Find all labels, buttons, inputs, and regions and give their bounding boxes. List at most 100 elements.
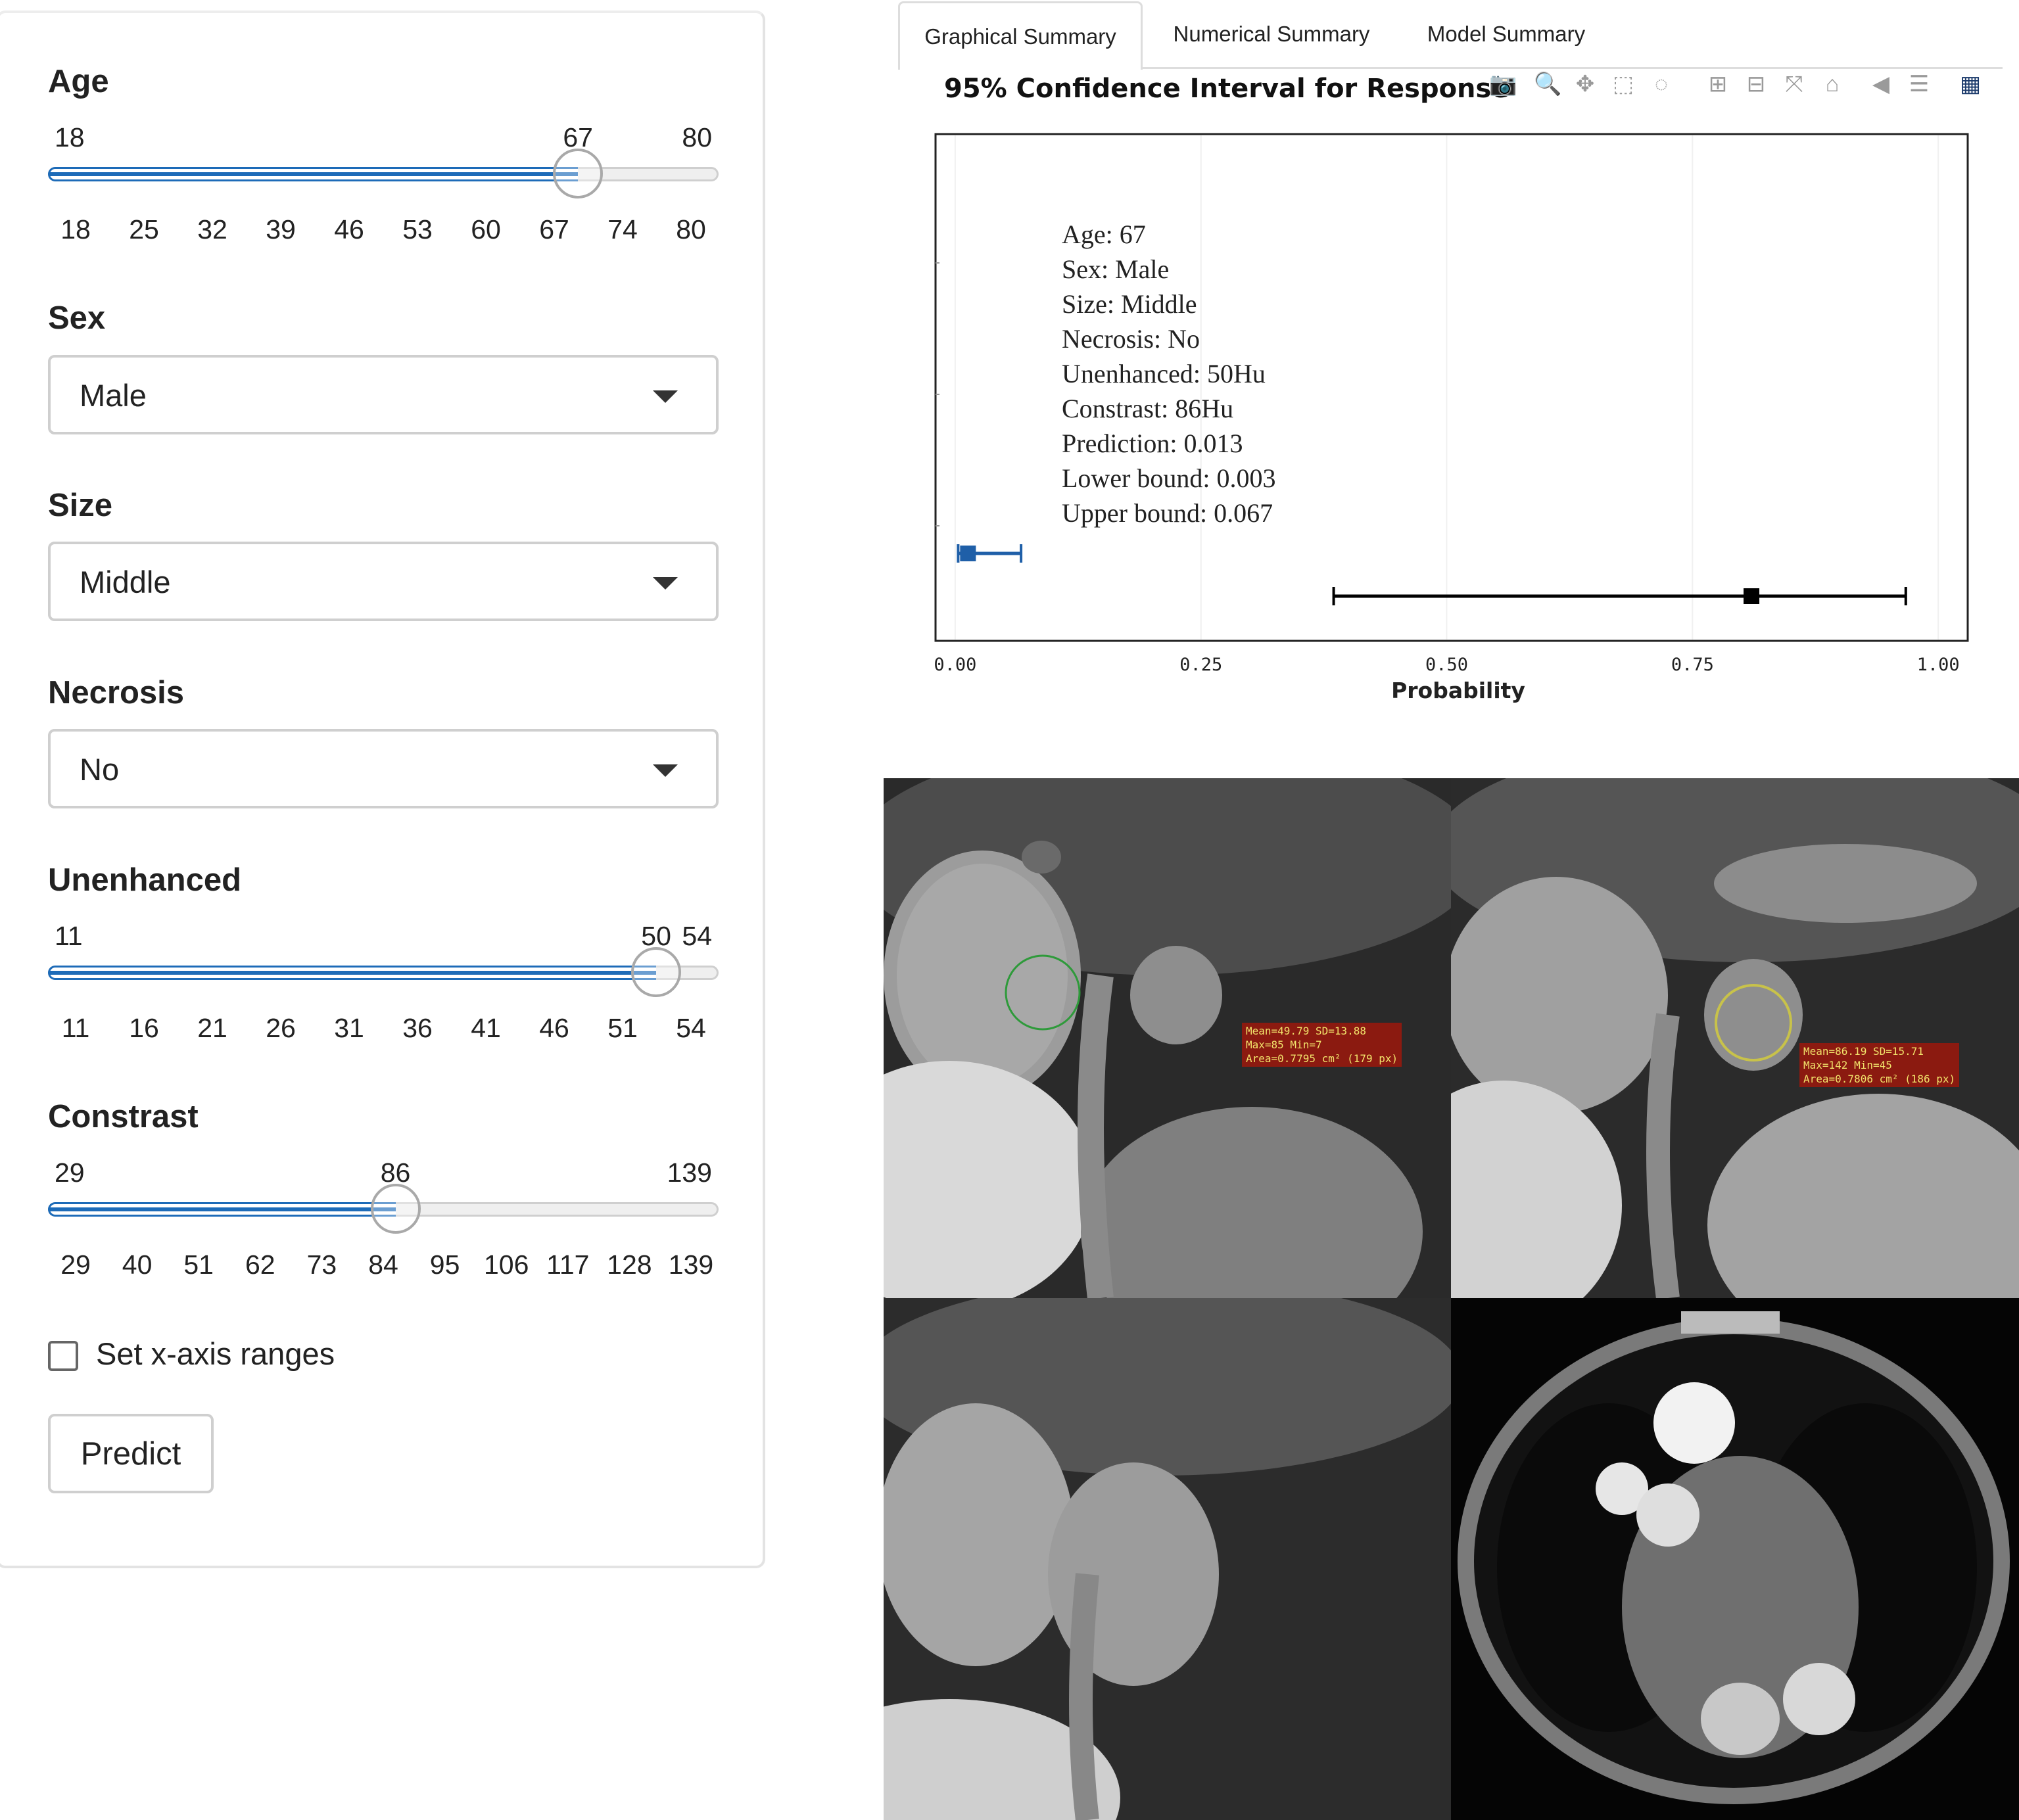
annotation-line: Upper bound: 0.067 bbox=[1062, 498, 1273, 528]
slider-tick-label: 25 bbox=[129, 214, 159, 245]
age-slider-handle[interactable] bbox=[553, 149, 604, 198]
sex-label: Sex bbox=[48, 300, 106, 336]
slider-tick-label: 54 bbox=[676, 1013, 706, 1043]
unenhanced-slider[interactable]: 11 54 50 11 16 21 26 31 36 41 46 51 54 bbox=[48, 921, 719, 1052]
slider-tick-label: 39 bbox=[266, 214, 296, 245]
x-tick-label: 0.50 bbox=[1425, 655, 1468, 675]
camera-icon[interactable]: 📷 bbox=[1489, 71, 1517, 97]
unenhanced-slider-ticks: 11 16 21 26 31 36 41 46 51 54 bbox=[48, 1013, 719, 1046]
x-tick-label: 0.75 bbox=[1671, 655, 1714, 675]
necrosis-select-value: No bbox=[80, 752, 120, 787]
age-slider-ticks: 18 25 32 39 46 53 60 67 74 80 bbox=[48, 214, 719, 247]
slider-tick-label: 53 bbox=[402, 214, 433, 245]
size-select[interactable]: Middle bbox=[48, 542, 719, 621]
ci-point bbox=[960, 546, 976, 561]
slider-tick-label: 18 bbox=[60, 214, 91, 245]
home-icon[interactable]: ⌂ bbox=[1819, 71, 1845, 97]
zoom-in-icon[interactable]: ⊞ bbox=[1705, 71, 1731, 97]
slider-tick-label: 46 bbox=[539, 1013, 569, 1043]
slider-tick-label: 128 bbox=[607, 1249, 652, 1280]
slider-tick-label: 84 bbox=[368, 1249, 398, 1280]
slider-tick-label: 73 bbox=[306, 1249, 337, 1280]
ci-point bbox=[1744, 588, 1760, 604]
chevron-down-icon bbox=[653, 577, 678, 590]
sex-select[interactable]: Male bbox=[48, 355, 719, 434]
slider-tick-label: 11 bbox=[61, 1013, 90, 1043]
slider-tick-label: 26 bbox=[266, 1013, 296, 1043]
necrosis-select[interactable]: No bbox=[48, 729, 719, 808]
annotation-line: Lower bound: 0.003 bbox=[1062, 463, 1276, 493]
slider-tick-label: 95 bbox=[429, 1249, 460, 1280]
slider-tick-label: 67 bbox=[539, 214, 569, 245]
set-xaxis-checkbox[interactable] bbox=[48, 1341, 78, 1371]
annotation-line: Age: 67 bbox=[1062, 220, 1146, 249]
age-slider[interactable]: 18 80 67 18 25 32 39 46 53 60 67 74 80 bbox=[48, 122, 719, 254]
unenhanced-slider-handle[interactable] bbox=[631, 947, 682, 997]
annotation-line: Constrast: 86Hu bbox=[1062, 394, 1234, 423]
x-tick-label: 1.00 bbox=[1917, 655, 1960, 675]
constrast-label: Constrast bbox=[48, 1099, 199, 1134]
slider-tick-label: 51 bbox=[183, 1249, 214, 1280]
necrosis-label: Necrosis bbox=[48, 675, 185, 711]
x-tick-label: 0.25 bbox=[1179, 655, 1222, 675]
unenhanced-slider-max: 54 bbox=[682, 921, 712, 951]
unenhanced-slider-min: 11 bbox=[55, 921, 83, 951]
predict-button[interactable]: Predict bbox=[48, 1414, 214, 1493]
constrast-slider-handle[interactable] bbox=[370, 1184, 421, 1234]
slider-tick-label: 51 bbox=[607, 1013, 638, 1043]
compare-icon[interactable]: ☰ bbox=[1906, 71, 1932, 97]
set-xaxis-label[interactable]: Set x-axis ranges bbox=[96, 1336, 335, 1372]
slider-tick-label: 29 bbox=[60, 1249, 91, 1280]
slider-tick-label: 36 bbox=[402, 1013, 433, 1043]
sex-select-value: Male bbox=[80, 378, 147, 413]
slider-tick-label: 41 bbox=[471, 1013, 501, 1043]
ct-image-bottom-right bbox=[1451, 1298, 2019, 1820]
chart-annotation: Age: 67 Sex: Male Size: Middle Necrosis: No… bbox=[1062, 217, 1276, 530]
annotation-line: Unenhanced: 50Hu bbox=[1062, 359, 1266, 388]
age-slider-fill bbox=[48, 167, 579, 181]
constrast-slider[interactable]: 29 139 86 29 40 51 62 73 84 95 106 117 128 139 bbox=[48, 1157, 719, 1289]
zoom-out-icon[interactable]: ⊟ bbox=[1743, 71, 1769, 97]
ct-scan-graphic bbox=[1451, 778, 2019, 1298]
roi-label-2: Mean=86.19 SD=15.71 Max=142 Min=45 Area=… bbox=[1799, 1043, 1960, 1087]
annotation-line: Sex: Male bbox=[1062, 254, 1170, 284]
slider-tick-label: 21 bbox=[197, 1013, 227, 1043]
slider-tick-label: 40 bbox=[122, 1249, 153, 1280]
slider-tick-label: 80 bbox=[676, 214, 706, 245]
annotation-line: Necrosis: No bbox=[1062, 324, 1200, 354]
unenhanced-label: Unenhanced bbox=[48, 862, 242, 898]
constrast-slider-min: 29 bbox=[55, 1157, 85, 1188]
lasso-icon[interactable]: ◌ bbox=[1648, 71, 1675, 97]
autoscale-icon[interactable]: ⤧ bbox=[1781, 71, 1807, 97]
tab-numerical-summary[interactable]: Numerical Summary bbox=[1145, 1, 1398, 67]
box-select-icon[interactable]: ⬚ bbox=[1610, 71, 1636, 97]
slider-tick-label: 117 bbox=[546, 1249, 590, 1280]
x-axis-label: Probability bbox=[1391, 678, 1525, 703]
roi-label-1: Mean=49.79 SD=13.88 Max=85 Min=7 Area=0.… bbox=[1242, 1023, 1402, 1067]
slider-tick-label: 106 bbox=[483, 1249, 529, 1280]
slider-tick-label: 31 bbox=[334, 1013, 364, 1043]
slider-tick-label: 62 bbox=[245, 1249, 275, 1280]
constrast-slider-max: 139 bbox=[667, 1157, 712, 1188]
x-axis-ticks: 0.00 0.25 0.50 0.75 1.00 bbox=[934, 655, 1959, 675]
ct-image-top-left: Mean=49.79 SD=13.88 Max=85 Min=7 Area=0.… bbox=[884, 778, 1451, 1298]
zoom-icon[interactable]: 🔍 bbox=[1534, 71, 1561, 97]
ct-scan-graphic bbox=[1451, 1298, 2019, 1820]
age-slider-max: 80 bbox=[682, 122, 712, 152]
tab-graphical-summary[interactable]: Graphical Summary bbox=[898, 1, 1143, 70]
size-label: Size bbox=[48, 488, 113, 523]
tab-model-summary[interactable]: Model Summary bbox=[1398, 1, 1615, 67]
slider-tick-label: 74 bbox=[607, 214, 638, 245]
chart-title: 95% Confidence Interval for Response bbox=[944, 74, 1509, 104]
spike-icon[interactable]: ◀ bbox=[1868, 71, 1894, 97]
ct-scan-graphic bbox=[884, 1298, 1451, 1820]
slider-tick-label: 139 bbox=[668, 1249, 714, 1280]
annotation-line: Size: Middle bbox=[1062, 289, 1197, 319]
plotly-logo-icon[interactable]: ▦ bbox=[1957, 71, 1983, 97]
constrast-slider-fill bbox=[48, 1202, 396, 1217]
pan-icon[interactable]: ✥ bbox=[1572, 71, 1598, 97]
ct-image-bottom-left bbox=[884, 1298, 1451, 1820]
size-select-value: Middle bbox=[80, 565, 171, 599]
slider-tick-label: 60 bbox=[471, 214, 501, 245]
chevron-down-icon bbox=[653, 390, 678, 403]
